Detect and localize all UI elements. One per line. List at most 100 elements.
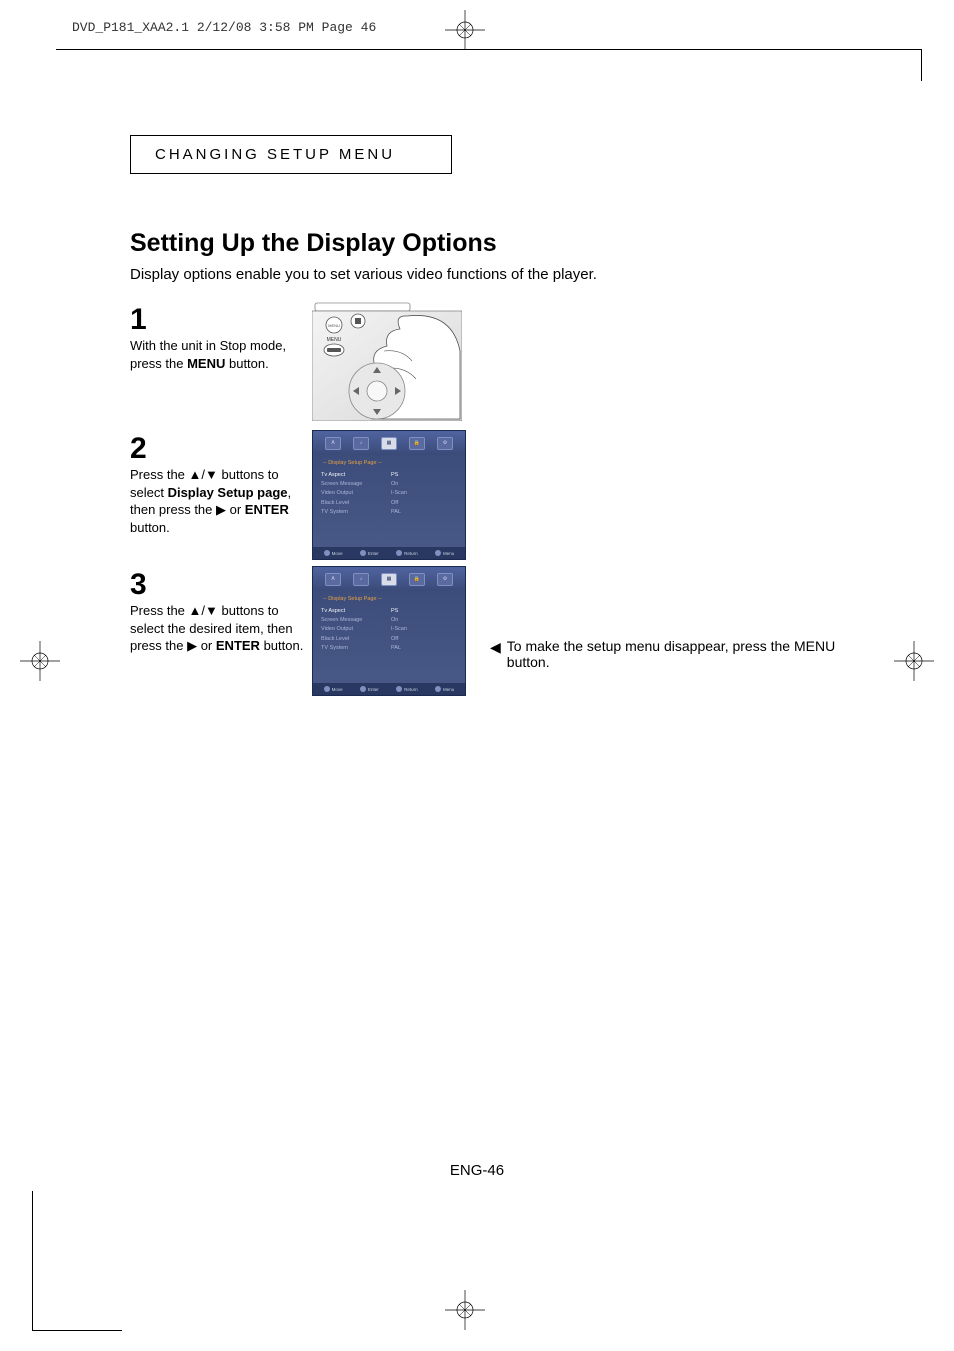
osd-hint-enter: Enter bbox=[360, 686, 379, 692]
right-arrow-icon: ▶ bbox=[187, 638, 197, 653]
trim-line-left bbox=[32, 1191, 33, 1331]
osd-value: PS bbox=[391, 607, 398, 615]
registration-mark-top bbox=[435, 10, 495, 50]
page-title: Setting Up the Display Options bbox=[130, 229, 830, 258]
tab-audio-icon: ♪ bbox=[360, 576, 363, 582]
osd-value: Off bbox=[391, 635, 398, 643]
osd-tab-parental: 🔒 bbox=[409, 437, 425, 450]
step-1-text: 1 With the unit in Stop mode, press the … bbox=[130, 301, 306, 372]
step-3-illustration: A ♪ ▦ 🔒 ⚙ -- Display Setup Page -- Tv As… bbox=[312, 566, 466, 696]
step-3-pre: Press the bbox=[130, 603, 189, 618]
osd-footer: Move Enter Return Menu bbox=[313, 683, 465, 695]
return-icon bbox=[396, 550, 402, 556]
left-arrow-icon: ◀ bbox=[490, 638, 501, 656]
tab-misc-icon: ⚙ bbox=[443, 440, 447, 446]
step-3-end: button. bbox=[260, 638, 303, 653]
menu-icon bbox=[435, 686, 441, 692]
osd-hint-move: Move bbox=[324, 550, 343, 556]
osd-row-3: Video OutputI-Scan bbox=[321, 489, 457, 498]
enter-icon bbox=[360, 686, 366, 692]
section-header-text: CHANGING SETUP MENU bbox=[155, 146, 395, 163]
osd-label: Tv Aspect bbox=[321, 471, 391, 479]
osd-label: Black Level bbox=[321, 499, 391, 507]
osd-value: I-Scan bbox=[391, 625, 407, 633]
registration-mark-right bbox=[884, 641, 944, 681]
tab-misc-icon: ⚙ bbox=[443, 576, 447, 582]
step-2-pre: Press the bbox=[130, 467, 189, 482]
osd-row-1: Tv AspectPS bbox=[321, 606, 457, 615]
osd-hint-menu-label: Menu bbox=[443, 551, 454, 556]
step-1-keyword: MENU bbox=[187, 356, 225, 371]
up-down-arrows-icon: ▲/▼ bbox=[189, 467, 218, 482]
osd-hint-return: Return bbox=[396, 550, 418, 556]
osd-label: Video Output bbox=[321, 625, 391, 633]
osd-row-5: TV SystemPAL bbox=[321, 643, 457, 652]
step-1-post: button. bbox=[225, 356, 268, 371]
registration-mark-left bbox=[10, 641, 70, 681]
page-number: ENG-46 bbox=[0, 1162, 954, 1179]
osd-value: PAL bbox=[391, 508, 401, 516]
tab-display-icon: ▦ bbox=[387, 440, 392, 446]
tab-text-icon: A bbox=[331, 440, 334, 446]
osd-row-5: TV SystemPAL bbox=[321, 507, 457, 516]
osd-tab-bar: A ♪ ▦ 🔒 ⚙ bbox=[313, 567, 465, 591]
osd-value: On bbox=[391, 616, 398, 624]
step-1: 1 With the unit in Stop mode, press the … bbox=[130, 301, 830, 424]
osd-row-4: Black LevelOff bbox=[321, 498, 457, 507]
step-2: 2 Press the ▲/▼ buttons to select Displa… bbox=[130, 430, 830, 560]
osd-tab-audio: ♪ bbox=[353, 437, 369, 450]
step-2-or: or bbox=[226, 502, 245, 517]
osd-body: -- Display Setup Page -- Tv AspectPS Scr… bbox=[313, 455, 465, 517]
osd-page-title: -- Display Setup Page -- bbox=[321, 595, 457, 603]
right-arrow-icon: ▶ bbox=[216, 502, 226, 517]
step-2-keyword1: Display Setup page bbox=[168, 485, 288, 500]
side-note: ◀ To make the setup menu disappear, pres… bbox=[490, 638, 870, 670]
osd-value: PAL bbox=[391, 644, 401, 652]
osd-footer: Move Enter Return Menu bbox=[313, 547, 465, 559]
step-3-text: 3 Press the ▲/▼ buttons to select the de… bbox=[130, 566, 306, 655]
osd-value: On bbox=[391, 480, 398, 488]
osd-tab-display: ▦ bbox=[381, 437, 397, 450]
section-header-box: CHANGING SETUP MENU bbox=[130, 135, 452, 174]
menu-icon bbox=[435, 550, 441, 556]
osd-tab-parental: 🔒 bbox=[409, 573, 425, 586]
up-down-arrows-icon: ▲/▼ bbox=[189, 603, 218, 618]
enter-icon bbox=[360, 550, 366, 556]
osd-tab-general: A bbox=[325, 437, 341, 450]
osd-hint-return: Return bbox=[396, 686, 418, 692]
osd-row-2: Screen MessageOn bbox=[321, 480, 457, 489]
step-2-number: 2 bbox=[130, 434, 306, 464]
osd-row-3: Video OutputI-Scan bbox=[321, 625, 457, 634]
page-content: CHANGING SETUP MENU Setting Up the Displ… bbox=[130, 135, 830, 702]
osd-row-1: Tv AspectPS bbox=[321, 470, 457, 479]
osd-row-4: Black LevelOff bbox=[321, 634, 457, 643]
osd-label: TV System bbox=[321, 508, 391, 516]
osd-tab-misc: ⚙ bbox=[437, 573, 453, 586]
osd-tab-general: A bbox=[325, 573, 341, 586]
osd-page-title: -- Display Setup Page -- bbox=[321, 459, 457, 467]
step-3-number: 3 bbox=[130, 570, 306, 600]
osd-value: Off bbox=[391, 499, 398, 507]
osd-value: I-Scan bbox=[391, 489, 407, 497]
tab-audio-icon: ♪ bbox=[360, 440, 363, 446]
step-2-illustration: A ♪ ▦ 🔒 ⚙ -- Display Setup Page -- Tv As… bbox=[312, 430, 466, 560]
menu-label: MENU bbox=[327, 337, 342, 343]
osd-label: Screen Message bbox=[321, 616, 391, 624]
osd-value: PS bbox=[391, 471, 398, 479]
osd-hint-menu-label: Menu bbox=[443, 687, 454, 692]
osd-hint-enter-label: Enter bbox=[368, 687, 379, 692]
side-note-text: To make the setup menu disappear, press … bbox=[507, 638, 870, 670]
osd-body: -- Display Setup Page -- Tv AspectPS Scr… bbox=[313, 591, 465, 653]
tab-lock-icon: 🔒 bbox=[414, 576, 420, 582]
osd-screenshot-2: A ♪ ▦ 🔒 ⚙ -- Display Setup Page -- Tv As… bbox=[312, 566, 466, 696]
step-3: 3 Press the ▲/▼ buttons to select the de… bbox=[130, 566, 830, 696]
osd-tab-misc: ⚙ bbox=[437, 437, 453, 450]
move-icon bbox=[324, 686, 330, 692]
step-2-end: button. bbox=[130, 520, 170, 535]
osd-hint-move-label: Move bbox=[332, 551, 343, 556]
osd-label: TV System bbox=[321, 644, 391, 652]
svg-text:MENU: MENU bbox=[328, 323, 340, 328]
osd-hint-enter-label: Enter bbox=[368, 551, 379, 556]
osd-label: Video Output bbox=[321, 489, 391, 497]
tab-display-icon: ▦ bbox=[387, 576, 392, 582]
